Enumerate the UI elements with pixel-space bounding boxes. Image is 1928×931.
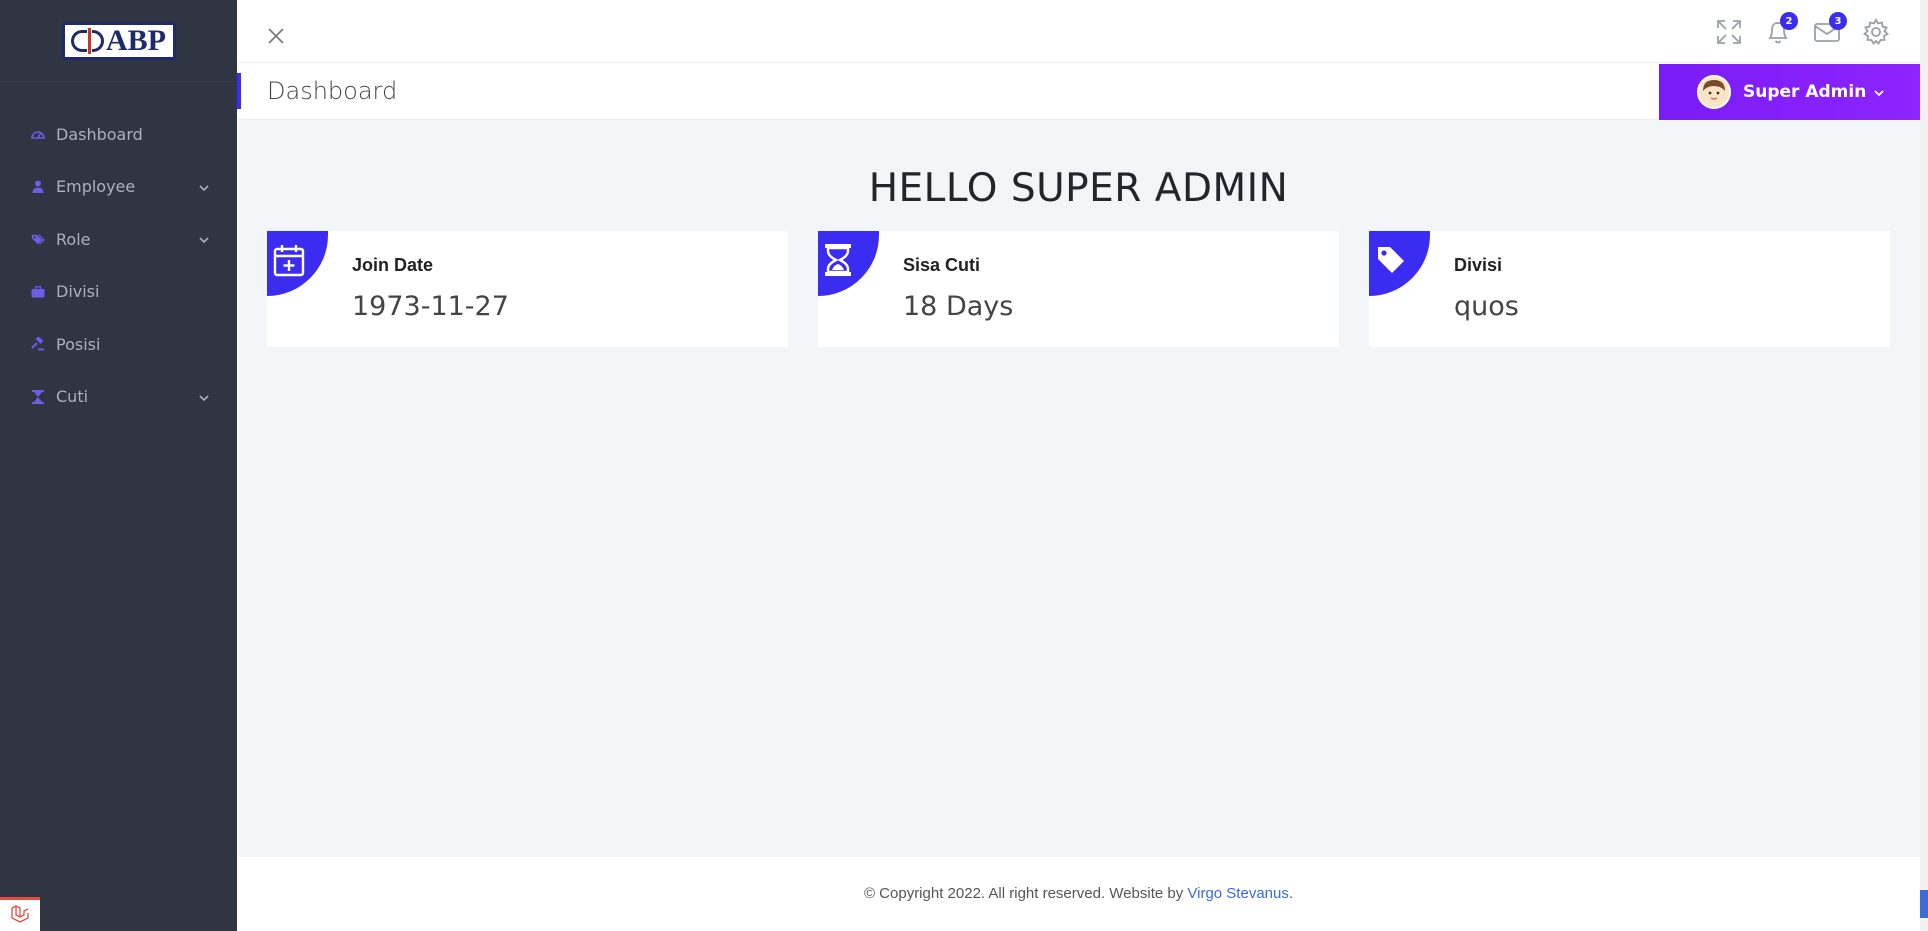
card-label: Divisi xyxy=(1454,255,1503,275)
sidebar-item-employee[interactable]: Employee xyxy=(0,161,237,214)
sidebar-item-posisi[interactable]: Posisi xyxy=(0,318,237,371)
page-header: Dashboard Super Admin xyxy=(237,63,1928,120)
greeting-heading: HELLO SUPER ADMIN xyxy=(868,166,1289,211)
footer-author-link[interactable]: Virgo Stevanus xyxy=(1187,885,1288,902)
dashboard-icon xyxy=(31,127,45,141)
chevron-down-icon xyxy=(197,180,211,194)
sidebar-nav: Dashboard Employee Role Divisi Posisi Cu… xyxy=(0,108,237,423)
debugbar-toggle[interactable] xyxy=(0,897,40,931)
laravel-icon xyxy=(10,904,30,928)
hourglass-icon xyxy=(824,243,852,281)
fullscreen-icon[interactable] xyxy=(1715,18,1743,46)
card-value: quos xyxy=(1454,291,1519,322)
card-icon-blob xyxy=(818,231,879,296)
sidebar-item-label: Posisi xyxy=(56,334,101,354)
sidebar-item-divisi[interactable]: Divisi xyxy=(0,266,237,319)
sisa-cuti-card: Sisa Cuti 18 Days xyxy=(818,231,1339,347)
notification-bell-icon[interactable]: 2 xyxy=(1764,12,1798,46)
logo-mark-icon xyxy=(71,27,104,54)
sidebar-item-label: Role xyxy=(56,229,91,249)
mail-icon[interactable]: 3 xyxy=(1813,12,1847,46)
sidebar-item-label: Dashboard xyxy=(56,124,143,144)
close-sidebar-icon[interactable] xyxy=(266,26,286,46)
user-menu-button[interactable]: Super Admin xyxy=(1659,64,1920,120)
hourglass-icon xyxy=(31,389,45,404)
sidebar-item-dashboard[interactable]: Dashboard xyxy=(0,108,237,161)
messages-badge: 3 xyxy=(1829,12,1847,30)
avatar xyxy=(1697,75,1731,109)
card-label: Sisa Cuti xyxy=(903,255,981,275)
tags-icon xyxy=(31,232,45,246)
divisi-card: Divisi quos xyxy=(1369,231,1890,347)
brand: ABP xyxy=(0,0,237,82)
gavel-icon xyxy=(31,337,45,351)
sidebar: ABP Dashboard Employee Role Divisi Posis… xyxy=(0,0,237,931)
card-label: Join Date xyxy=(352,255,434,275)
sidebar-item-label: Divisi xyxy=(56,282,100,302)
chevron-down-icon xyxy=(197,390,211,404)
footer-copyright: © Copyright 2022. All right reserved. We… xyxy=(863,885,1188,902)
chevron-down-icon xyxy=(197,232,211,246)
chevron-down-icon xyxy=(1872,85,1886,99)
card-icon-blob xyxy=(267,231,328,296)
sidebar-item-role[interactable]: Role xyxy=(0,213,237,266)
briefcase-icon xyxy=(31,285,45,299)
gear-icon[interactable] xyxy=(1862,18,1890,46)
card-icon-blob xyxy=(1369,231,1430,296)
page-scrollbar[interactable] xyxy=(1920,0,1928,931)
logo-text: ABP xyxy=(106,23,166,57)
user-icon xyxy=(31,180,45,194)
logo[interactable]: ABP xyxy=(61,21,176,60)
sidebar-item-label: Cuti xyxy=(56,387,89,407)
calendar-plus-icon xyxy=(273,244,305,281)
card-value: 18 Days xyxy=(903,291,1014,322)
scrollbar-thumb[interactable] xyxy=(1920,890,1928,918)
page-title: Dashboard xyxy=(267,77,398,105)
notifications-badge: 2 xyxy=(1780,12,1798,30)
sidebar-item-cuti[interactable]: Cuti xyxy=(0,371,237,424)
tag-icon xyxy=(1375,246,1407,280)
user-name: Super Admin xyxy=(1743,82,1867,102)
footer-suffix: . xyxy=(1288,885,1294,902)
topbar: 2 3 xyxy=(237,0,1928,63)
footer: © Copyright 2022. All right reserved. We… xyxy=(237,857,1920,931)
sidebar-item-label: Employee xyxy=(56,177,136,197)
main-content: HELLO SUPER ADMIN Join Date 1973-11-27 S… xyxy=(237,120,1920,857)
card-value: 1973-11-27 xyxy=(352,291,509,322)
join-date-card: Join Date 1973-11-27 xyxy=(267,231,788,347)
title-accent xyxy=(237,73,241,109)
